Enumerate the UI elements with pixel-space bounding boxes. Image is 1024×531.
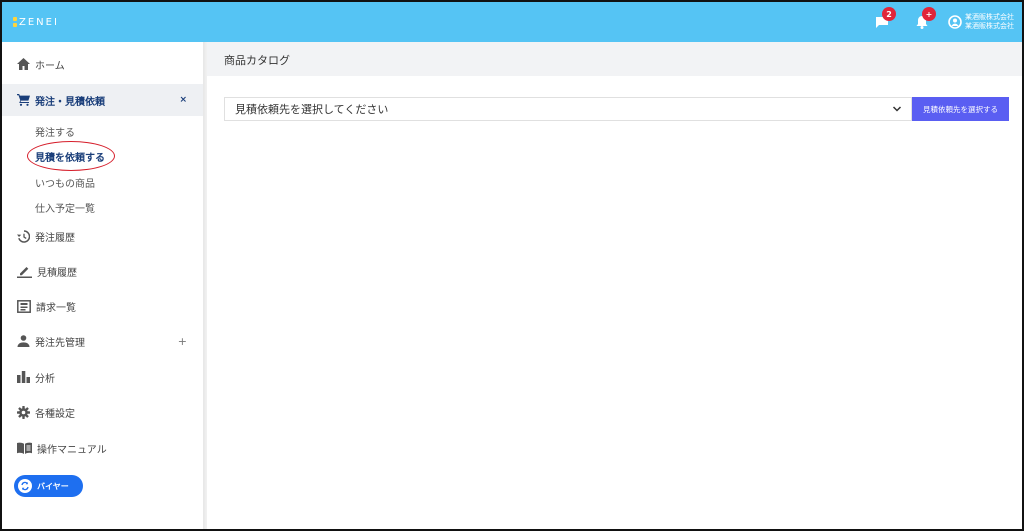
expand-button[interactable]: + [178,335,187,348]
person-icon [17,335,30,347]
home-icon [17,58,30,70]
logo[interactable]: ZENEI [13,13,59,31]
page-title: 商品カタログ [224,54,290,67]
sidebar-item-label: 発注先管理 [35,337,85,349]
supplier-select-value: 見積依頼先を選択してください [235,103,389,116]
main-content: 商品カタログ 見積依頼先を選択してください 見積依頼先を選択する [207,42,1022,529]
gear-icon [17,405,30,419]
sidebar-item-order-quote[interactable]: 発注・見積依頼 × [2,84,203,116]
notifications-badge: + [922,7,936,21]
account-circle-icon [948,15,962,29]
notifications-button[interactable]: + [908,7,936,36]
sidebar-item-home[interactable]: ホーム [2,48,203,80]
chevron-down-icon [892,106,902,112]
app-window: ZENEI 2 + 某酒販株式会社 某酒販株式会社 ホーム 発注・見積依頼 × … [0,0,1024,531]
sidebar-item-order-history[interactable]: 発注履歴 [2,220,203,252]
messages-badge: 2 [882,7,896,21]
sidebar-item-label: 見積履歴 [37,267,77,279]
sidebar-item-label: 請求一覧 [36,302,76,314]
buyer-mode-toggle[interactable]: バイヤー [14,475,83,497]
logo-text: ZENEI [19,16,59,28]
sidebar-item-label: 発注・見積依頼 [35,96,105,108]
sidebar-item-label: ホーム [35,60,65,72]
sidebar-subitem-purchase-schedule[interactable]: 仕入予定一覧 [35,200,95,215]
sidebar-item-label: 各種設定 [35,408,75,420]
bar-chart-icon [17,371,30,383]
account-user: 某酒販株式会社 [965,22,1014,30]
sidebar-item-label: 分析 [35,373,55,385]
cart-icon [17,94,30,106]
sidebar-item-supplier-management[interactable]: 発注先管理 + [2,325,203,357]
sidebar-item-label: 操作マニュアル [37,444,107,456]
sidebar-item-manual[interactable]: 操作マニュアル [2,432,203,464]
logo-mark-icon [13,17,17,27]
page-header: 商品カタログ [207,42,1022,76]
select-supplier-button[interactable]: 見積依頼先を選択する [912,97,1009,121]
sidebar-subitem-usual-products[interactable]: いつもの商品 [35,175,95,190]
invoice-list-icon [17,299,31,313]
sidebar-item-settings[interactable]: 各種設定 [2,396,203,428]
supplier-select[interactable]: 見積依頼先を選択してください [224,97,912,121]
switch-icon [18,479,32,493]
account-menu[interactable]: 某酒販株式会社 某酒販株式会社 [948,13,1014,31]
top-bar: ZENEI 2 + 某酒販株式会社 某酒販株式会社 [2,2,1022,42]
sidebar-item-invoices[interactable]: 請求一覧 [2,290,203,322]
red-highlight-annotation [27,141,115,171]
sidebar-item-label: 発注履歴 [35,232,75,244]
collapse-button[interactable]: × [179,95,187,105]
sidebar-item-quote-history[interactable]: 見積履歴 [2,255,203,287]
top-icons: 2 + 某酒販株式会社 某酒販株式会社 [868,7,1014,36]
sidebar: ホーム 発注・見積依頼 × 発注する 見積を依頼する いつもの商品 仕入予定一覧… [2,42,203,529]
buyer-toggle-label: バイヤー [37,481,69,491]
history-icon [17,229,30,243]
account-company: 某酒販株式会社 [965,13,1014,21]
account-names: 某酒販株式会社 某酒販株式会社 [965,13,1014,31]
sidebar-subitem-place-order[interactable]: 発注する [35,124,75,139]
book-icon [17,442,32,454]
edit-icon [17,266,32,278]
messages-button[interactable]: 2 [868,7,896,36]
sidebar-item-analytics[interactable]: 分析 [2,361,203,393]
